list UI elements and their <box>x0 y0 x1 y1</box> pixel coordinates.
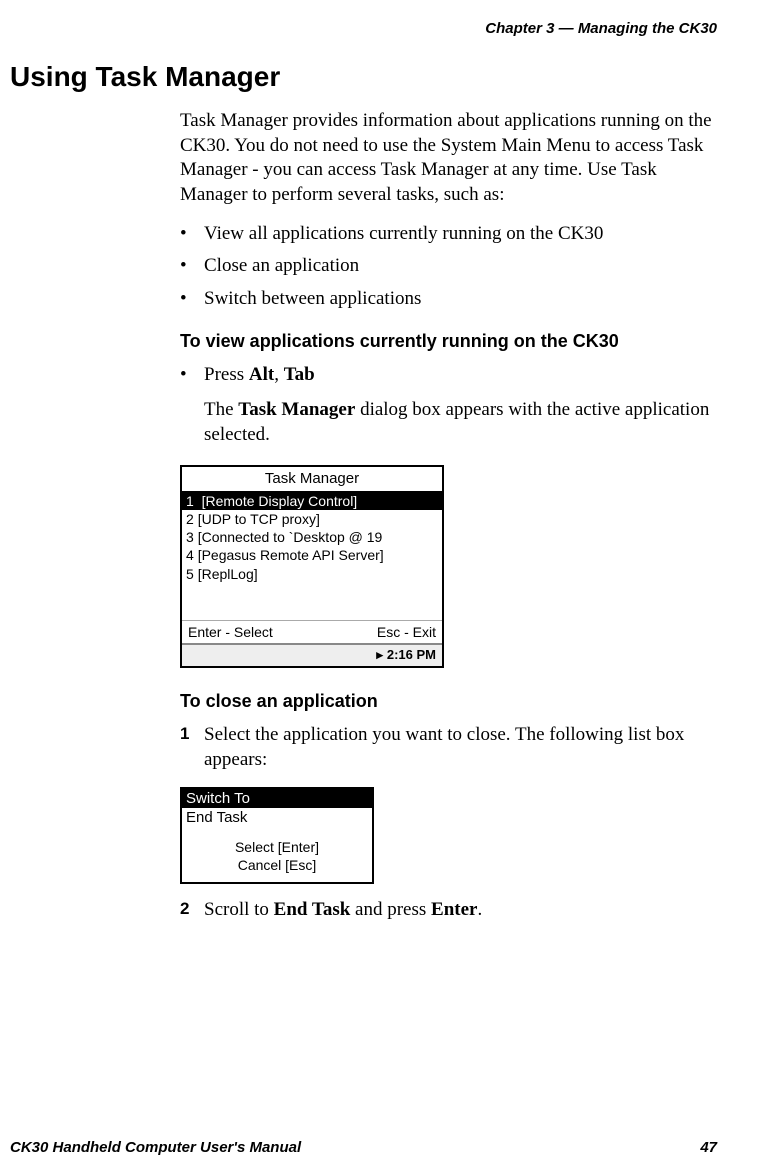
context-list[interactable]: Switch To End Task <box>182 789 372 828</box>
help-cancel: Cancel [Esc] <box>182 856 372 874</box>
section-title: Using Task Manager <box>10 61 717 93</box>
task-index: 4 <box>186 547 194 563</box>
text: Enter <box>431 899 477 920</box>
key-alt: Alt <box>249 364 274 385</box>
bullet-item: View all applications currently running … <box>180 222 717 247</box>
bullet-item: Switch between applications <box>180 287 717 312</box>
context-help: Select [Enter] Cancel [Esc] <box>182 828 372 882</box>
context-item-switch-to[interactable]: Switch To <box>182 789 372 809</box>
step-number: 1 <box>180 723 189 745</box>
task-manager-title: Task Manager <box>182 467 442 492</box>
task-row[interactable]: 4 [Pegasus Remote API Server] <box>182 546 442 564</box>
task-index: 5 <box>186 566 194 582</box>
context-menu: Switch To End Task Select [Enter] Cancel… <box>180 787 374 884</box>
step-press-keys: Press Alt, Tab The Task Manager dialog b… <box>180 363 717 447</box>
task-row[interactable]: 5 [ReplLog] <box>182 565 442 583</box>
running-head: Chapter 3 — Managing the CK30 <box>10 20 717 37</box>
step-2: 2 Scroll to End Task and press Enter. <box>180 898 717 923</box>
text: Scroll to <box>204 899 274 920</box>
task-row[interactable]: 2 [UDP to TCP proxy] <box>182 510 442 528</box>
context-item-end-task[interactable]: End Task <box>182 808 372 828</box>
task-label: [Remote Display Control] <box>202 493 358 509</box>
task-manager-statusbar: ▸ 2:16 PM <box>182 643 442 666</box>
clock-time: 2:16 PM <box>387 647 436 662</box>
task-label: [ReplLog] <box>198 566 258 582</box>
text: Task Manager <box>238 399 355 420</box>
task-row[interactable]: 3 [Connected to `Desktop @ 19 <box>182 528 442 546</box>
task-label: [UDP to TCP proxy] <box>198 511 320 527</box>
task-manager-help: Enter - Select Esc - Exit <box>182 620 442 643</box>
task-label: [Connected to `Desktop @ 19 <box>198 529 383 545</box>
task-index: 1 <box>186 493 194 509</box>
task-manager-dialog: Task Manager 1 [Remote Display Control] … <box>180 465 444 668</box>
task-index: 3 <box>186 529 194 545</box>
step-number: 2 <box>180 898 189 920</box>
intro-paragraph: Task Manager provides information about … <box>180 109 717 208</box>
text: Press <box>204 364 249 385</box>
task-row[interactable]: 1 [Remote Display Control] <box>182 492 442 510</box>
text: The <box>204 399 238 420</box>
text: . <box>477 899 482 920</box>
text: and press <box>350 899 431 920</box>
help-enter: Enter - Select <box>188 623 273 641</box>
task-label: [Pegasus Remote API Server] <box>198 547 384 563</box>
help-esc: Esc - Exit <box>377 623 436 641</box>
text: End Task <box>274 899 351 920</box>
bullet-item: Close an application <box>180 254 717 279</box>
task-manager-list[interactable]: 1 [Remote Display Control] 2 [UDP to TCP… <box>182 492 442 620</box>
subhead-close-app: To close an application <box>180 690 717 713</box>
subhead-view-apps: To view applications currently running o… <box>180 330 717 353</box>
result-text: The Task Manager dialog box appears with… <box>204 398 717 447</box>
step-text: Select the application you want to close… <box>204 724 684 770</box>
footer-left: CK30 Handheld Computer User's Manual <box>10 1139 301 1156</box>
arrow-right-icon: ▸ <box>376 647 383 664</box>
help-select: Select [Enter] <box>182 838 372 856</box>
page-number: 47 <box>700 1139 717 1156</box>
intro-bullets: View all applications currently running … <box>180 222 717 312</box>
task-index: 2 <box>186 511 194 527</box>
text: , <box>274 364 284 385</box>
step-1: 1 Select the application you want to clo… <box>180 723 717 772</box>
key-tab: Tab <box>284 364 315 385</box>
